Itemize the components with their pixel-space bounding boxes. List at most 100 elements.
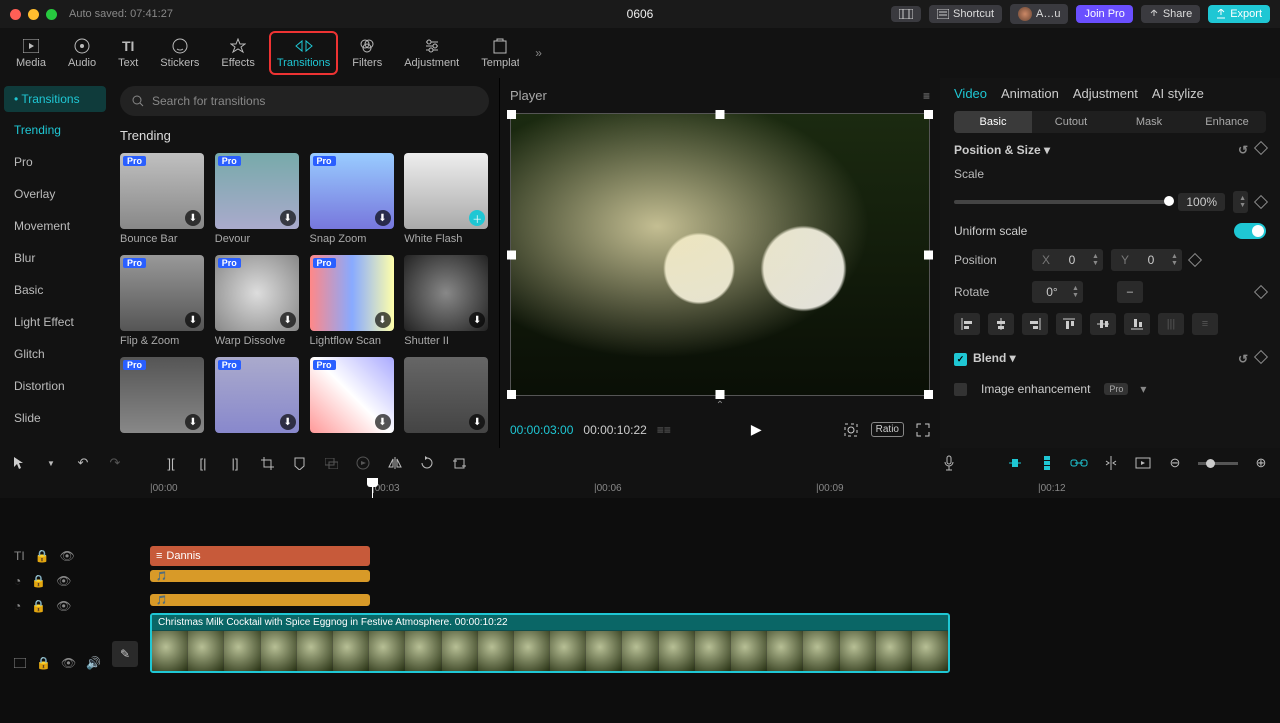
- download-icon[interactable]: ⬇: [185, 312, 201, 328]
- tab-filters[interactable]: Filters: [346, 33, 388, 73]
- download-icon[interactable]: ⬇: [280, 312, 296, 328]
- lock-icon[interactable]: 🔒: [36, 656, 51, 670]
- align-top[interactable]: [1056, 313, 1082, 335]
- blend-reset-icon[interactable]: ↺: [1238, 352, 1248, 366]
- video-clip[interactable]: Christmas Milk Cocktail with Spice Eggno…: [150, 613, 950, 673]
- transition-item[interactable]: Pro⬇: [310, 357, 395, 433]
- lock-icon[interactable]: 🔒: [31, 574, 46, 588]
- handle-mr[interactable]: [924, 250, 933, 259]
- eye-icon[interactable]: 👁: [56, 574, 71, 588]
- aspect-icon[interactable]: [891, 6, 921, 22]
- cat-trending[interactable]: Trending: [4, 116, 106, 144]
- scale-slider[interactable]: [954, 200, 1170, 204]
- more-tabs-icon[interactable]: »: [535, 46, 542, 60]
- share-button[interactable]: Share: [1141, 5, 1200, 23]
- add-icon[interactable]: ＋: [469, 210, 485, 226]
- cat-overlay[interactable]: Overlay: [4, 180, 106, 208]
- scale-keyframe[interactable]: [1254, 195, 1268, 209]
- play-button[interactable]: ▶: [751, 421, 762, 438]
- transition-item[interactable]: Pro⬇Lightflow Scan: [310, 255, 395, 347]
- download-icon[interactable]: ⬇: [469, 414, 485, 430]
- subtab-cutout[interactable]: Cutout: [1032, 111, 1110, 133]
- cat-distortion[interactable]: Distortion: [4, 372, 106, 400]
- handle-br[interactable]: [924, 390, 933, 399]
- magnet-main-track[interactable]: [1006, 454, 1024, 472]
- trim-left-tool[interactable]: [​|: [194, 454, 212, 472]
- align-left[interactable]: [954, 313, 980, 335]
- position-keyframe[interactable]: [1188, 253, 1202, 267]
- img-enh-chevron[interactable]: ▾: [1140, 382, 1146, 396]
- align-center-h[interactable]: [988, 313, 1014, 335]
- mic-tool[interactable]: [940, 454, 958, 472]
- tab-transitions[interactable]: Transitions: [271, 33, 336, 73]
- download-icon[interactable]: ⬇: [375, 414, 391, 430]
- insp-tab-animation[interactable]: Animation: [1001, 86, 1059, 101]
- tab-audio[interactable]: Audio: [62, 33, 102, 73]
- split-tool[interactable]: ]​[: [162, 454, 180, 472]
- lock-icon[interactable]: 🔒: [35, 549, 50, 563]
- mute-icon[interactable]: 🔊: [86, 656, 101, 670]
- export-button[interactable]: Export: [1208, 5, 1270, 23]
- cat-pro[interactable]: Pro: [4, 148, 106, 176]
- transition-item[interactable]: ⬇Shutter II: [404, 255, 489, 347]
- tab-templates[interactable]: Templates: [475, 33, 525, 73]
- transition-item[interactable]: Pro⬇: [215, 357, 300, 433]
- user-chip[interactable]: A…u: [1010, 4, 1068, 24]
- insp-tab-adjustment[interactable]: Adjustment: [1073, 86, 1138, 101]
- crop2-tool[interactable]: [450, 454, 468, 472]
- snap-tool[interactable]: [1102, 454, 1120, 472]
- transition-item[interactable]: Pro⬇Bounce Bar: [120, 153, 205, 245]
- panel-pill-transitions[interactable]: • Transitions: [4, 86, 106, 112]
- tab-adjustment[interactable]: Adjustment: [398, 33, 465, 73]
- align-bottom[interactable]: [1124, 313, 1150, 335]
- uniform-scale-toggle[interactable]: [1234, 223, 1266, 239]
- cat-slide[interactable]: Slide: [4, 404, 106, 432]
- tab-effects[interactable]: Effects: [215, 33, 260, 73]
- win-min[interactable]: [28, 9, 39, 20]
- zoom-out[interactable]: ⊖: [1166, 454, 1184, 472]
- scale-stepper[interactable]: ▲▼: [1235, 195, 1246, 209]
- handle-tm[interactable]: [716, 110, 725, 119]
- tab-text[interactable]: TIText: [112, 33, 144, 73]
- download-icon[interactable]: ⬇: [469, 312, 485, 328]
- img-enh-checkbox[interactable]: [954, 383, 967, 396]
- zoom-slider[interactable]: [1198, 462, 1238, 465]
- transition-item[interactable]: Pro⬇Warp Dissolve: [215, 255, 300, 347]
- win-close[interactable]: [10, 9, 21, 20]
- audio-clip-1[interactable]: 🎵: [150, 570, 370, 582]
- transition-item[interactable]: Pro⬇: [120, 357, 205, 433]
- rotate-keyframe[interactable]: [1254, 285, 1268, 299]
- cursor-tool[interactable]: [10, 454, 28, 472]
- cat-movement[interactable]: Movement: [4, 212, 106, 240]
- transition-item[interactable]: Pro⬇Flip & Zoom: [120, 255, 205, 347]
- audio-clip-2[interactable]: 🎵: [150, 594, 370, 606]
- tab-stickers[interactable]: Stickers: [154, 33, 205, 73]
- cover-icon[interactable]: [14, 658, 26, 668]
- zoom-in[interactable]: ⊕: [1252, 454, 1270, 472]
- align-center-v[interactable]: [1090, 313, 1116, 335]
- win-max[interactable]: [46, 9, 57, 20]
- list-icon[interactable]: ≡≡: [657, 423, 671, 437]
- search-input[interactable]: Search for transitions: [120, 86, 489, 116]
- scan-icon[interactable]: [843, 422, 859, 438]
- preview-render-tool[interactable]: [1134, 454, 1152, 472]
- mirror-tool[interactable]: [386, 454, 404, 472]
- rotate-input[interactable]: 0°▲▼: [1032, 281, 1083, 303]
- download-icon[interactable]: ⬇: [375, 312, 391, 328]
- rotate-dash[interactable]: –: [1117, 281, 1143, 303]
- cat-light-effect[interactable]: Light Effect: [4, 308, 106, 336]
- download-icon[interactable]: ⬇: [375, 210, 391, 226]
- scale-value[interactable]: 100%: [1178, 193, 1225, 211]
- handle-tr[interactable]: [924, 110, 933, 119]
- eye-icon[interactable]: 👁: [60, 549, 75, 563]
- transition-item[interactable]: Pro⬇Devour: [215, 153, 300, 245]
- marker-tool[interactable]: [290, 454, 308, 472]
- fullscreen-icon[interactable]: [916, 423, 930, 437]
- player-menu-icon[interactable]: ≡: [923, 89, 930, 103]
- download-icon[interactable]: ⬇: [185, 210, 201, 226]
- lock-icon[interactable]: 🔒: [31, 599, 46, 613]
- magnet-all-tracks[interactable]: [1038, 454, 1056, 472]
- blend-keyframe[interactable]: [1254, 349, 1268, 363]
- subtab-mask[interactable]: Mask: [1110, 111, 1188, 133]
- reset-icon[interactable]: ↺: [1238, 143, 1248, 157]
